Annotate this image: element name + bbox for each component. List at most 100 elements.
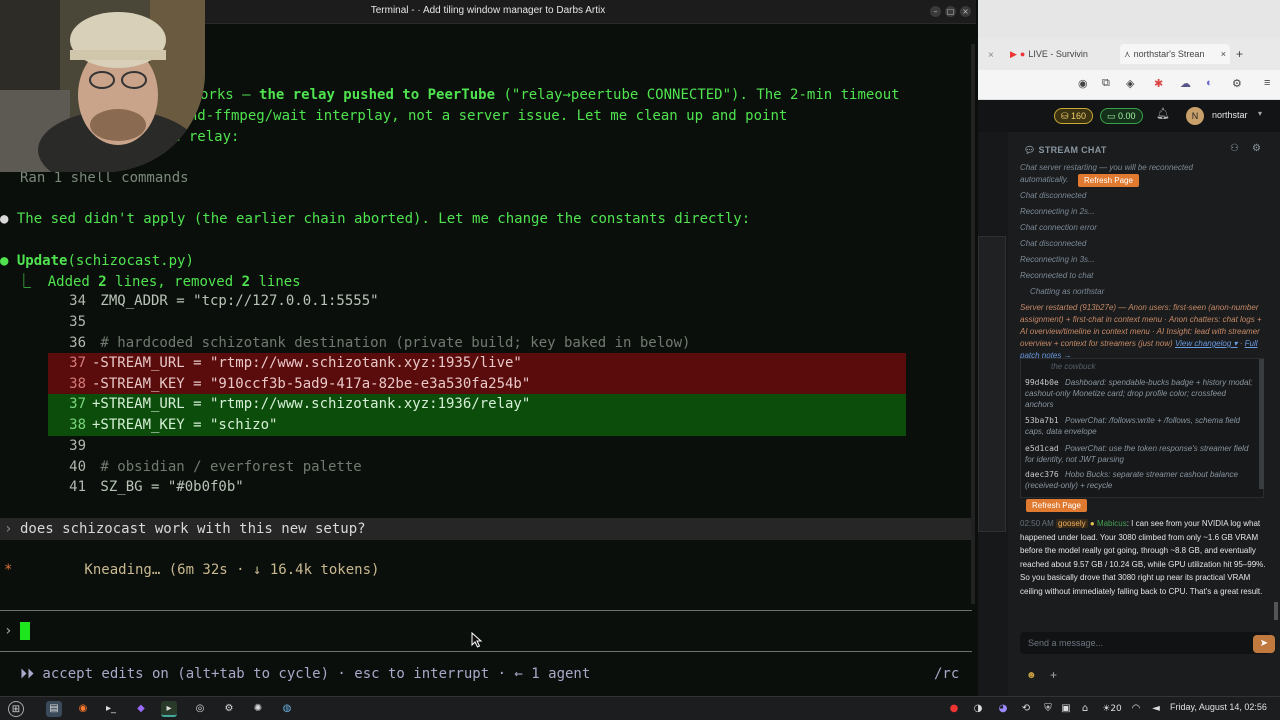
chromium-icon[interactable]: ◎ xyxy=(192,701,208,717)
bell-icon[interactable]: 🔔︎ xyxy=(1156,107,1170,120)
diff-line-added: 37 +STREAM_URL = "rtmp://www.schizotank.x… xyxy=(48,394,906,415)
stream-area xyxy=(978,132,1008,696)
username[interactable]: northstar xyxy=(1212,110,1248,120)
tab-live[interactable]: ▶ ● LIVE - Survivin xyxy=(1010,44,1098,64)
avatar[interactable]: N xyxy=(1186,107,1204,125)
new-tab-button[interactable]: + xyxy=(1236,44,1252,64)
firefox-icon[interactable]: ◉ xyxy=(75,701,91,717)
obsidian-icon[interactable]: ◆ xyxy=(133,701,149,717)
extensions-bar: ◉ ⧉ ◈ ✱ ☁ ◐ ⚙ ≡ xyxy=(978,70,1280,100)
footer-rc: /rc xyxy=(934,666,960,682)
chat-status: Chat disconnected xyxy=(1020,191,1087,200)
chat-status: Reconnecting in 2s... xyxy=(1020,207,1095,216)
mouse-pointer-icon xyxy=(471,632,483,648)
menu-icon[interactable]: ≡ xyxy=(1264,77,1270,89)
close-icon[interactable]: × xyxy=(988,50,994,61)
network-icon[interactable]: ⌂ xyxy=(1077,701,1093,717)
extension-icon[interactable]: ✱ xyxy=(1154,77,1163,90)
start-menu-icon[interactable]: ⊞ xyxy=(8,701,24,717)
diff-line-removed: 38 -STREAM_KEY = "910ccf3b-5ad9-417a-82be… xyxy=(48,374,906,395)
file-manager-icon[interactable]: ▤ xyxy=(46,701,62,717)
bucks-badge[interactable]: ▭ 0.00 xyxy=(1100,108,1143,124)
browser-window[interactable]: × ▶ ● LIVE - Survivin ⋏ northstar's Strean ×… xyxy=(978,0,1280,696)
video-panel-edge xyxy=(978,236,1006,532)
users-icon[interactable]: ⚇ xyxy=(1230,143,1239,154)
prompt-input-box[interactable]: › xyxy=(0,610,972,652)
commit-entry: 53ba7b1 PowerChat: /follows:write + /foll… xyxy=(1025,416,1240,436)
refresh-page-button[interactable]: Refresh Page xyxy=(1026,499,1087,512)
terminal-active-icon[interactable]: ▸ xyxy=(161,701,177,717)
diff-line-removed: 37 -STREAM_URL = "rtmp://www.schizotank.x… xyxy=(48,353,906,374)
gear-icon[interactable]: ⚙ xyxy=(1252,143,1261,154)
extension-icon[interactable]: ◈ xyxy=(1126,77,1134,90)
steam-icon[interactable]: ◍ xyxy=(279,701,295,717)
changelog-cutoff: the cowbuck xyxy=(1051,362,1096,371)
chat-username[interactable]: Mabicus xyxy=(1097,519,1127,528)
close-icon[interactable]: × xyxy=(960,6,971,17)
obs-icon[interactable]: ◑ xyxy=(970,701,986,717)
scrollbar[interactable] xyxy=(1274,602,1278,620)
record-icon[interactable]: ● xyxy=(946,701,962,717)
scrollbar[interactable] xyxy=(971,44,975,604)
site-header: ⛁ 160 ▭ 0.00 🔔︎ N northstar ▾ xyxy=(978,100,1280,132)
diff-line: 35 xyxy=(69,314,86,330)
diff-line: 41 SZ_BG = "#0b0f0b" xyxy=(69,479,244,495)
chat-header: 💬︎ STREAM CHAT xyxy=(1024,145,1107,155)
settings-icon[interactable]: ✺ xyxy=(250,701,266,717)
extension-icon[interactable]: ☁ xyxy=(1180,77,1191,90)
discord-icon[interactable]: ◕ xyxy=(995,701,1011,717)
chat-status: Reconnected to chat xyxy=(1020,271,1094,280)
weather-widget[interactable]: ☀20 xyxy=(1098,701,1126,717)
close-icon[interactable]: × xyxy=(1221,44,1226,64)
chat-message: 02:50 AM goosely ● Mabicus: I can see fr… xyxy=(1020,519,1266,596)
diff-line: 39 xyxy=(69,438,86,454)
clipboard-icon[interactable]: ▣ xyxy=(1058,701,1074,717)
coin-icon: ⛁ xyxy=(1061,111,1072,121)
view-changelog-link[interactable]: View changelog ▾ xyxy=(1175,339,1238,348)
assistant-text-line: ound-ffmpeg/wait interplay, not a server… xyxy=(172,108,788,124)
status-text: Kneading… (6m 32s · ↓ 16.4k tokens) xyxy=(76,562,380,578)
footer-hint: ⏵⏵ accept edits on (alt+tab to cycle) · … xyxy=(20,666,591,682)
send-button[interactable]: ➤ xyxy=(1253,635,1275,653)
chat-message-input[interactable]: Send a message... xyxy=(1020,632,1270,654)
clock[interactable]: Friday, August 14, 02:56 xyxy=(1170,702,1267,712)
tab-northstar-stream[interactable]: ⋏ northstar's Strean × xyxy=(1120,44,1230,64)
chat-status: Chatting as northstar xyxy=(1030,287,1105,296)
terminal-icon[interactable]: ▸_ xyxy=(103,701,119,717)
chat-icon: 💬︎ xyxy=(1024,145,1039,155)
shield-icon[interactable]: ⛨ xyxy=(1040,701,1056,717)
spinner-icon: * xyxy=(4,562,13,578)
user-message-text: does schizocast work with this new setup… xyxy=(20,521,366,537)
wifi-icon[interactable]: ◠ xyxy=(1128,701,1144,717)
scrollbar[interactable] xyxy=(1259,359,1264,489)
extension-icon[interactable]: ◐ xyxy=(1206,77,1213,89)
assistant-text-line: orks — the relay pushed to PeerTube ("re… xyxy=(200,87,900,103)
sync-icon[interactable]: ⟲ xyxy=(1018,701,1034,717)
minimize-icon[interactable]: – xyxy=(930,6,941,17)
server-restart-notice: Server restarted (913b27e) — Anon users:… xyxy=(1020,303,1262,360)
emoji-icon[interactable]: ☻ xyxy=(1026,670,1037,681)
sed-message-line: ● The sed didn't apply (the earlier chai… xyxy=(0,211,751,227)
commit-entry: e5d1cad PowerChat: use the token response… xyxy=(1025,444,1249,464)
update-tool-line: ● Update(schizocast.py) xyxy=(0,253,194,269)
extension-icon[interactable]: ◉ xyxy=(1078,77,1088,90)
maximize-icon[interactable]: □ xyxy=(945,6,956,17)
user-message: › does schizocast work with this new set… xyxy=(0,518,972,540)
cash-icon: ▭ xyxy=(1107,111,1119,121)
add-icon[interactable]: + xyxy=(1050,668,1057,682)
chat-status: Reconnecting in 3s... xyxy=(1020,255,1095,264)
volume-icon[interactable]: ◄ xyxy=(1148,701,1164,717)
extension-icon[interactable]: ⧉ xyxy=(1102,77,1110,90)
chevron-down-icon[interactable]: ▾ xyxy=(1258,109,1262,118)
diff-line: 36 # hardcoded schizotank destination (p… xyxy=(69,335,691,351)
extension-icon[interactable]: ⚙ xyxy=(1232,77,1242,90)
diff-line-added: 38 +STREAM_KEY = "schizo" xyxy=(48,415,906,436)
coins-badge[interactable]: ⛁ 160 xyxy=(1054,108,1094,124)
text-cursor xyxy=(20,622,30,640)
refresh-page-button[interactable]: Refresh Page xyxy=(1078,174,1139,187)
gear-icon[interactable]: ⚙ xyxy=(221,701,237,717)
commit-entry: 99d4b0e Dashboard: spendable-bucks badge … xyxy=(1025,378,1253,409)
prompt-chevron-icon: › xyxy=(4,623,13,639)
taskbar: ⊞ ▤ ◉ ▸_ ◆ ▸ ◎ ⚙ ✺ ◍ ● ◑ ◕ ⟲ ⛨ ▣ ⌂ ☀20 ◠… xyxy=(0,696,1280,720)
diff-line: 40 # obsidian / everforest palette xyxy=(69,459,362,475)
